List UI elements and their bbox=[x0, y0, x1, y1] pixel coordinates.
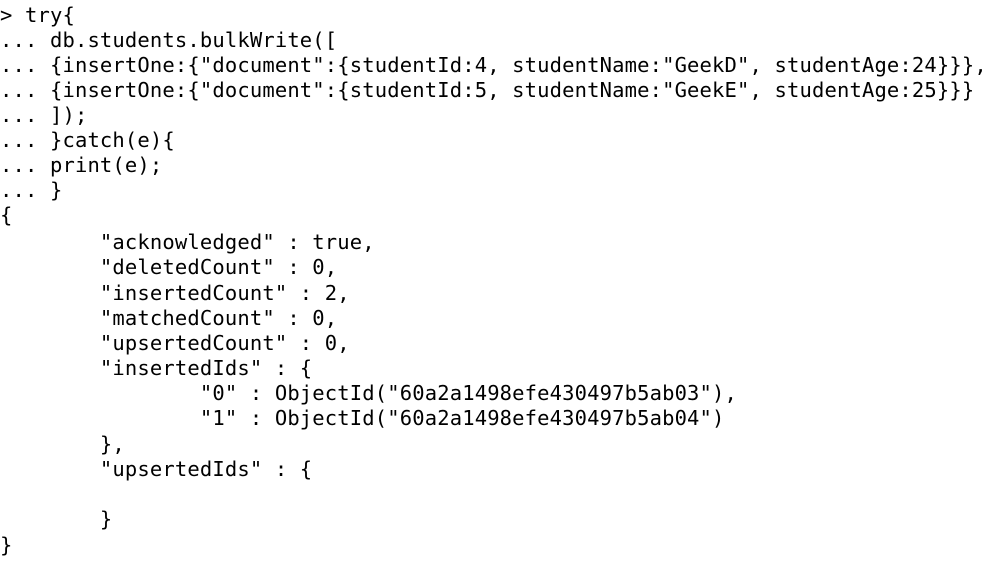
output-line: }, bbox=[0, 432, 125, 456]
output-line: "0" : ObjectId("60a2a1498efe430497b5ab03… bbox=[0, 381, 738, 405]
output-line: "acknowledged" : true, bbox=[0, 230, 375, 254]
output-line: "1" : ObjectId("60a2a1498efe430497b5ab04… bbox=[0, 406, 725, 430]
output-line: } bbox=[0, 507, 113, 531]
shell-prompt-line: > try{ bbox=[0, 3, 75, 27]
shell-continuation-line: ... }catch(e){ bbox=[0, 128, 175, 152]
shell-continuation-line: ... } bbox=[0, 178, 63, 202]
output-line: } bbox=[0, 533, 13, 557]
shell-continuation-line: ... {insertOne:{"document":{studentId:5,… bbox=[0, 78, 975, 102]
output-line: "insertedIds" : { bbox=[0, 356, 313, 380]
terminal-output[interactable]: > try{ ... db.students.bulkWrite([ ... {… bbox=[0, 0, 1000, 562]
output-line: { bbox=[0, 203, 13, 227]
output-line: "matchedCount" : 0, bbox=[0, 306, 338, 330]
output-line: "insertedCount" : 2, bbox=[0, 281, 350, 305]
output-line: "upsertedCount" : 0, bbox=[0, 331, 350, 355]
output-line: "deletedCount" : 0, bbox=[0, 255, 338, 279]
output-line: "upsertedIds" : { bbox=[0, 457, 313, 481]
shell-continuation-line: ... db.students.bulkWrite([ bbox=[0, 28, 338, 52]
shell-continuation-line: ... {insertOne:{"document":{studentId:4,… bbox=[0, 53, 987, 77]
shell-continuation-line: ... print(e); bbox=[0, 153, 163, 177]
shell-continuation-line: ... ]); bbox=[0, 103, 88, 127]
